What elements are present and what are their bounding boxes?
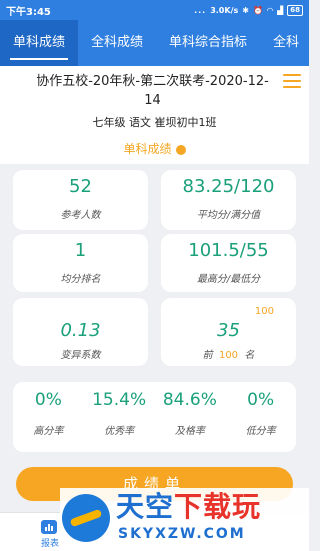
exam-title: 协作五校-20年秋-第二次联考-2020-12-14 (36, 74, 269, 108)
rate-low-value: 0% (247, 390, 275, 410)
participants-label: 参考人数 (60, 210, 101, 221)
info-dot-icon[interactable] (175, 144, 186, 155)
class-info: 七年级 语文 崔坝初中1班 (92, 116, 217, 129)
avg-full-label: 平均分/满分值 (196, 210, 261, 221)
rate-high: 0% 高分率 (13, 382, 84, 452)
status-time: 下午3:45 (6, 6, 51, 18)
rate-low: 0% 低分率 (225, 382, 296, 452)
max-min-label: 最高分/最低分 (196, 274, 261, 285)
exam-header: 协作五校-20年秋-第二次联考-2020-12-14 七年级 语文 崔坝初中1班… (0, 66, 309, 164)
top-rank-highlight: 100 (218, 350, 239, 361)
avg-rank-value: 1 (74, 240, 87, 261)
tab-single-subject[interactable]: 单科成绩 (0, 20, 79, 66)
rate-high-value: 0% (34, 390, 62, 410)
report-chart-icon[interactable] (41, 520, 57, 534)
avg-rank-label: 均分排名 (60, 274, 101, 285)
tab-single-subject-indicators[interactable]: 单科综合指标 (156, 20, 260, 66)
card-avg-rank: 1 均分排名 (13, 234, 148, 292)
card-variation: 0.13 变异系数 (13, 298, 148, 366)
menu-icon[interactable] (283, 74, 301, 90)
wifi-icon: ◠ (266, 5, 274, 15)
section-title-text: 单科成绩 (123, 142, 172, 156)
signal-icon: ▟ (277, 5, 284, 15)
tab-bar: 单科成绩 全科成绩 单科综合指标 全科 (0, 20, 309, 66)
top-rank-suffix: 名 (244, 350, 255, 361)
variation-value: 0.13 (60, 320, 101, 341)
top-rank-prefix: 前 (202, 350, 213, 361)
alarm-icon: ⏰ (252, 5, 263, 15)
status-dots: ... (194, 5, 207, 15)
rates-card: 0% 高分率 15.4% 优秀率 84.6% 及格率 0% 低分率 (13, 382, 296, 452)
tab-all-subjects[interactable]: 全科成绩 (78, 20, 156, 66)
card-avg-full: 83.25/120 平均分/满分值 (161, 170, 296, 230)
card-top-rank: 100 35 前 100 名 (161, 298, 296, 366)
watermark-cn-main: 天空 (116, 490, 175, 523)
section-title: 单科成绩 (0, 140, 309, 157)
bluetooth-icon: ✱ (242, 5, 249, 15)
top-rank-value: 35 (217, 320, 240, 341)
watermark-logo: 天空下载玩 SKYXZW.COM (60, 488, 309, 550)
watermark-cn-text: 天空下载玩 (116, 490, 261, 524)
network-speed: 3.0K/s (210, 5, 239, 15)
status-right: ... 3.0K/s ✱ ⏰ ◠ ▟ 68 (194, 4, 303, 16)
watermark-en-text: SKYXZW.COM (118, 526, 246, 542)
participants-value: 52 (69, 176, 92, 197)
rate-excellent-value: 15.4% (92, 390, 147, 410)
top-rank-label: 前 100 名 (161, 346, 296, 361)
card-participants: 52 参考人数 (13, 170, 148, 230)
variation-label: 变异系数 (60, 350, 101, 361)
rate-excellent-label: 优秀率 (104, 426, 135, 437)
rate-high-label: 高分率 (33, 426, 64, 437)
battery-icon: 68 (287, 4, 303, 16)
rate-low-label: 低分率 (245, 426, 276, 437)
rate-pass: 84.6% 及格率 (155, 382, 226, 452)
plane-logo-icon (62, 494, 110, 542)
avg-full-value: 83.25/120 (182, 176, 275, 197)
rate-excellent: 15.4% 优秀率 (84, 382, 155, 452)
rate-pass-label: 及格率 (174, 426, 205, 437)
watermark-cn-hot: 下载玩 (174, 490, 262, 523)
top-rank-superscript: 100 (254, 306, 274, 317)
max-min-value: 101.5/55 (188, 240, 269, 261)
tab-all-subjects-more[interactable]: 全科 (260, 20, 309, 66)
card-max-min: 101.5/55 最高分/最低分 (161, 234, 296, 292)
bottom-nav-report-label[interactable]: 报表 (41, 536, 59, 549)
rate-pass-value: 84.6% (162, 390, 217, 410)
status-bar: 下午3:45 ... 3.0K/s ✱ ⏰ ◠ ▟ 68 (0, 0, 309, 20)
